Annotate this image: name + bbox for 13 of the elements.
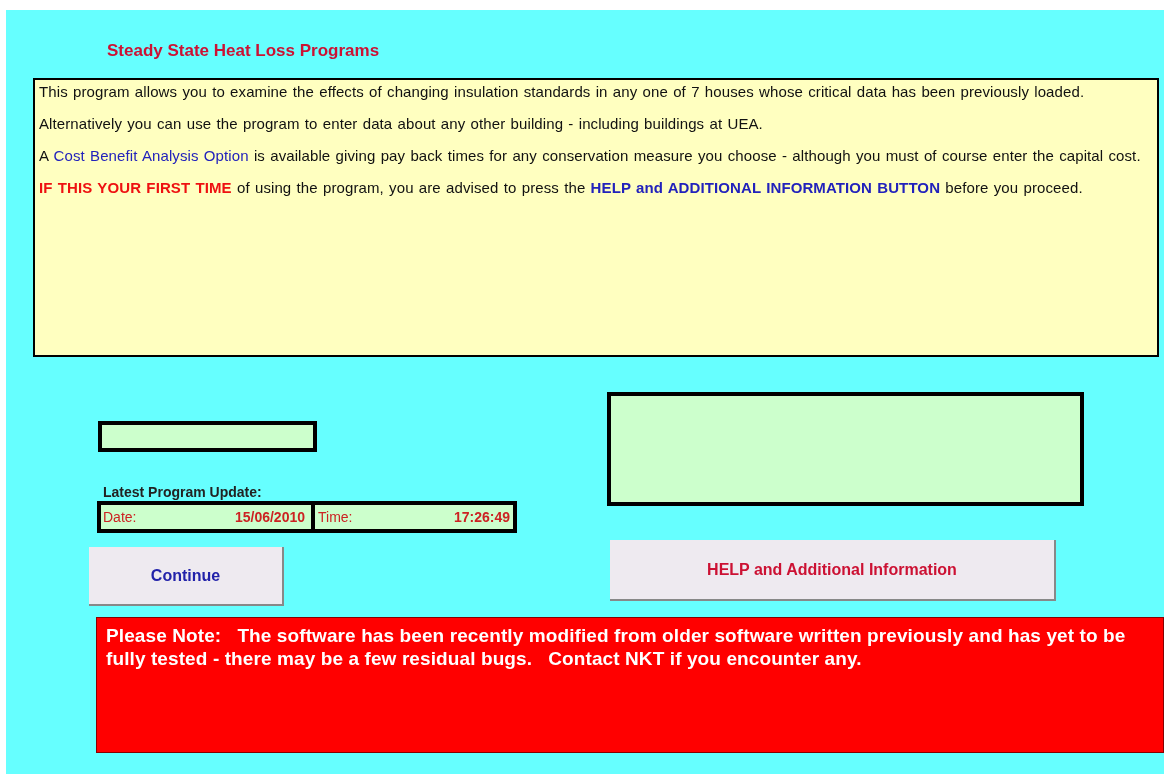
intro-paragraph: This program allows you to examine the effects of changing insulation standards in any one of 7 houses whose critical data has been previously loaded. [39, 82, 1086, 102]
time-value: 17:26:49 [453, 507, 510, 527]
intro-paragraph: IF THIS YOUR FIRST TIME of using the program, you are advised to press the HELP and ADDITIONAL INFORMATION BUTTON before you proceed. [39, 178, 1084, 198]
date-value: 15/06/2010 [234, 507, 306, 527]
intro-paragraph: A Cost Benefit Analysis Option is available giving pay back times for any conservation measure you choose - although you must of course enter the capital cost. [39, 146, 1142, 166]
intro-paragraph: Alternatively you can use the program to enter data about any other building - including buildings at UEA. [39, 114, 764, 134]
note-text: Please Note: The software has been recently modified from older software written previously and has yet to be fully tested - there may be a few residual bugs. Contact NKT if you encounter any. [106, 624, 1127, 670]
time-label: Time: [318, 507, 353, 527]
update-label: Latest Program Update: [103, 483, 262, 502]
help-button[interactable]: HELP and Additional Information [610, 540, 1056, 601]
date-label: Date: [103, 507, 137, 527]
page-title: Steady State Heat Loss Programs [107, 40, 380, 62]
continue-button[interactable]: Continue [89, 547, 284, 606]
